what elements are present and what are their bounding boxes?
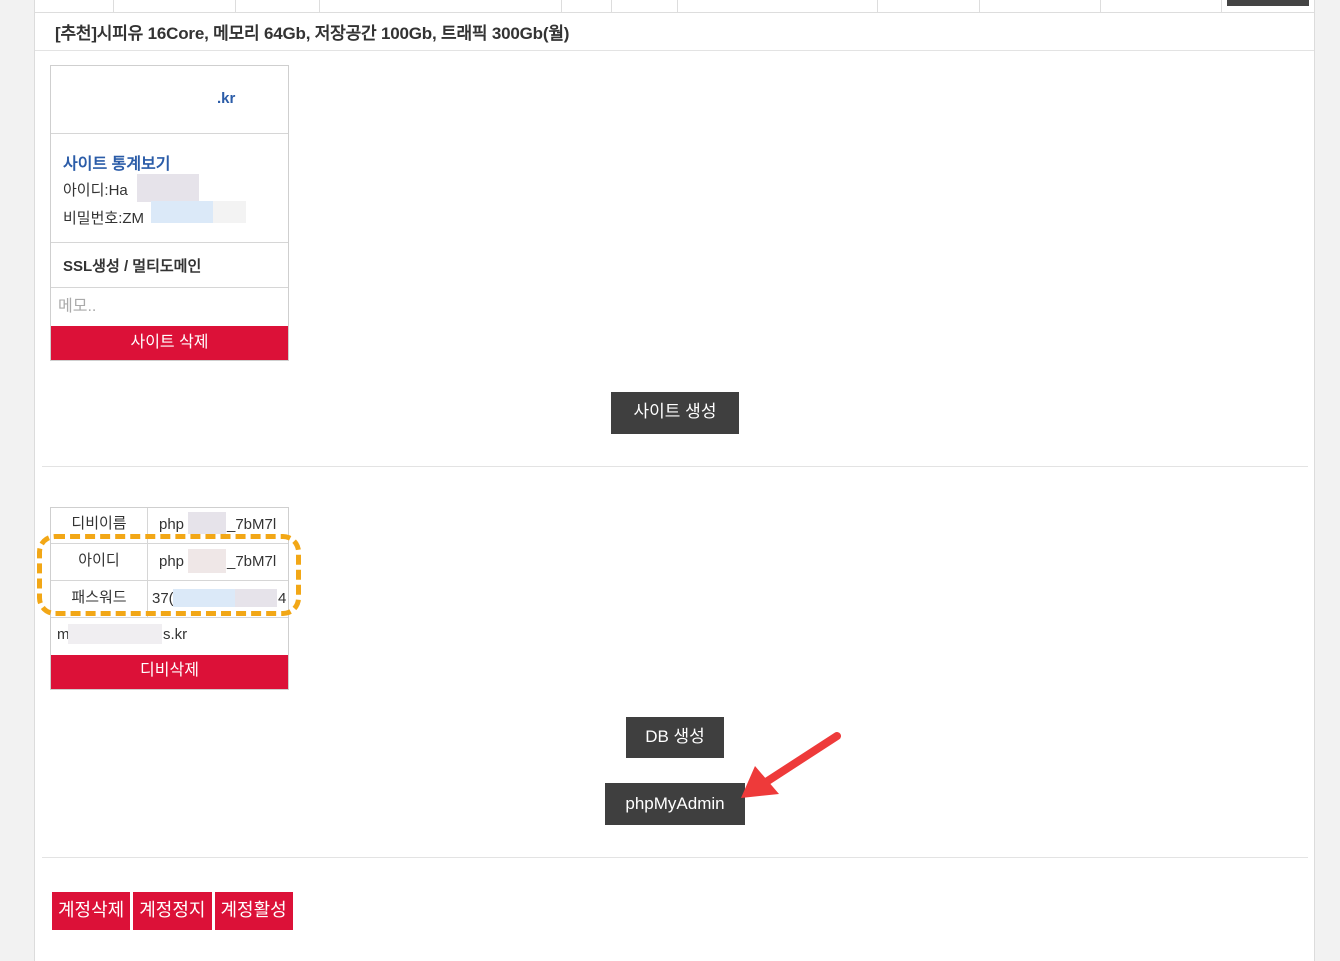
site-info: 사이트 통계보기 아이디:Ha 비밀번호:ZM	[51, 134, 288, 243]
account-actions: 계정삭제 계정정지 계정활성	[52, 892, 296, 930]
db-password-label: 패스워드	[51, 581, 148, 617]
db-id-row: 아이디 php _7bM7l	[51, 544, 288, 581]
redaction-mask	[68, 624, 162, 644]
db-password-value-prefix: 37(	[152, 590, 174, 607]
db-card: 디비이름 php _7bM7l 아이디 php _7bM7l 패스워드 37( …	[50, 507, 289, 690]
account-suspend-button[interactable]: 계정정지	[133, 892, 212, 930]
db-name-value-prefix: php	[159, 516, 185, 533]
site-id-line: 아이디:Ha	[63, 182, 128, 199]
ssl-row: SSL생성 / 멀티도메인	[51, 243, 288, 288]
site-stats-link[interactable]: 사이트 통계보기	[63, 150, 171, 174]
db-delete-button[interactable]: 디비삭제	[51, 655, 288, 689]
site-card: .kr 사이트 통계보기 아이디:Ha 비밀번호:ZM SSL생성 / 멀티도메…	[50, 65, 289, 361]
redaction-mask	[213, 201, 246, 223]
redaction-mask	[173, 589, 235, 607]
plan-title: [추천]시피유 16Core, 메모리 64Gb, 저장공간 100Gb, 트래…	[55, 24, 570, 43]
redaction-mask	[188, 512, 226, 534]
db-name-row: 디비이름 php _7bM7l	[51, 508, 288, 544]
top-table-row	[35, 0, 1314, 13]
account-panel: [추천]시피유 16Core, 메모리 64Gb, 저장공간 100Gb, 트래…	[34, 0, 1315, 961]
memo-input[interactable]	[51, 288, 288, 326]
db-password-row: 패스워드 37( 4	[51, 581, 288, 618]
db-id-label: 아이디	[51, 544, 148, 580]
db-id-value-prefix: php	[159, 553, 185, 570]
redaction-mask	[188, 549, 226, 573]
site-domain-row: .kr	[51, 66, 288, 134]
db-name-label: 디비이름	[51, 508, 148, 543]
divider	[35, 50, 1314, 51]
db-name-value-suffix: _7bM7l	[227, 516, 277, 533]
redaction-mask	[151, 201, 213, 223]
account-delete-button[interactable]: 계정삭제	[52, 892, 131, 930]
db-id-value-suffix: _7bM7l	[227, 553, 277, 570]
create-db-button[interactable]: DB 생성	[626, 717, 724, 758]
site-delete-button[interactable]: 사이트 삭제	[51, 326, 288, 360]
divider	[42, 466, 1308, 467]
create-site-button[interactable]: 사이트 생성	[611, 392, 739, 434]
divider	[42, 857, 1308, 858]
ssl-multidomain-link[interactable]: SSL생성 / 멀티도메인	[63, 255, 201, 276]
account-activate-button[interactable]: 계정활성	[214, 892, 293, 930]
top-dark-button[interactable]	[1227, 0, 1309, 6]
phpmyadmin-button[interactable]: phpMyAdmin	[605, 783, 745, 825]
redaction-mask	[137, 174, 199, 202]
site-password-line: 비밀번호:ZM	[63, 210, 145, 227]
db-password-value-suffix: 4	[278, 590, 287, 607]
db-host-suffix: s.kr	[163, 626, 188, 643]
site-domain[interactable]: .kr	[217, 90, 235, 107]
redaction-mask	[235, 589, 277, 607]
